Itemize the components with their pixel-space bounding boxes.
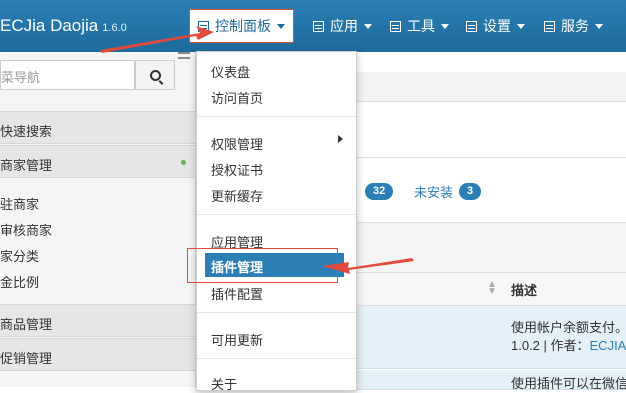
arrow-to-menu-item: [322, 258, 414, 274]
arrow-to-nav: [100, 26, 214, 53]
annotation-arrows: [100, 26, 414, 274]
